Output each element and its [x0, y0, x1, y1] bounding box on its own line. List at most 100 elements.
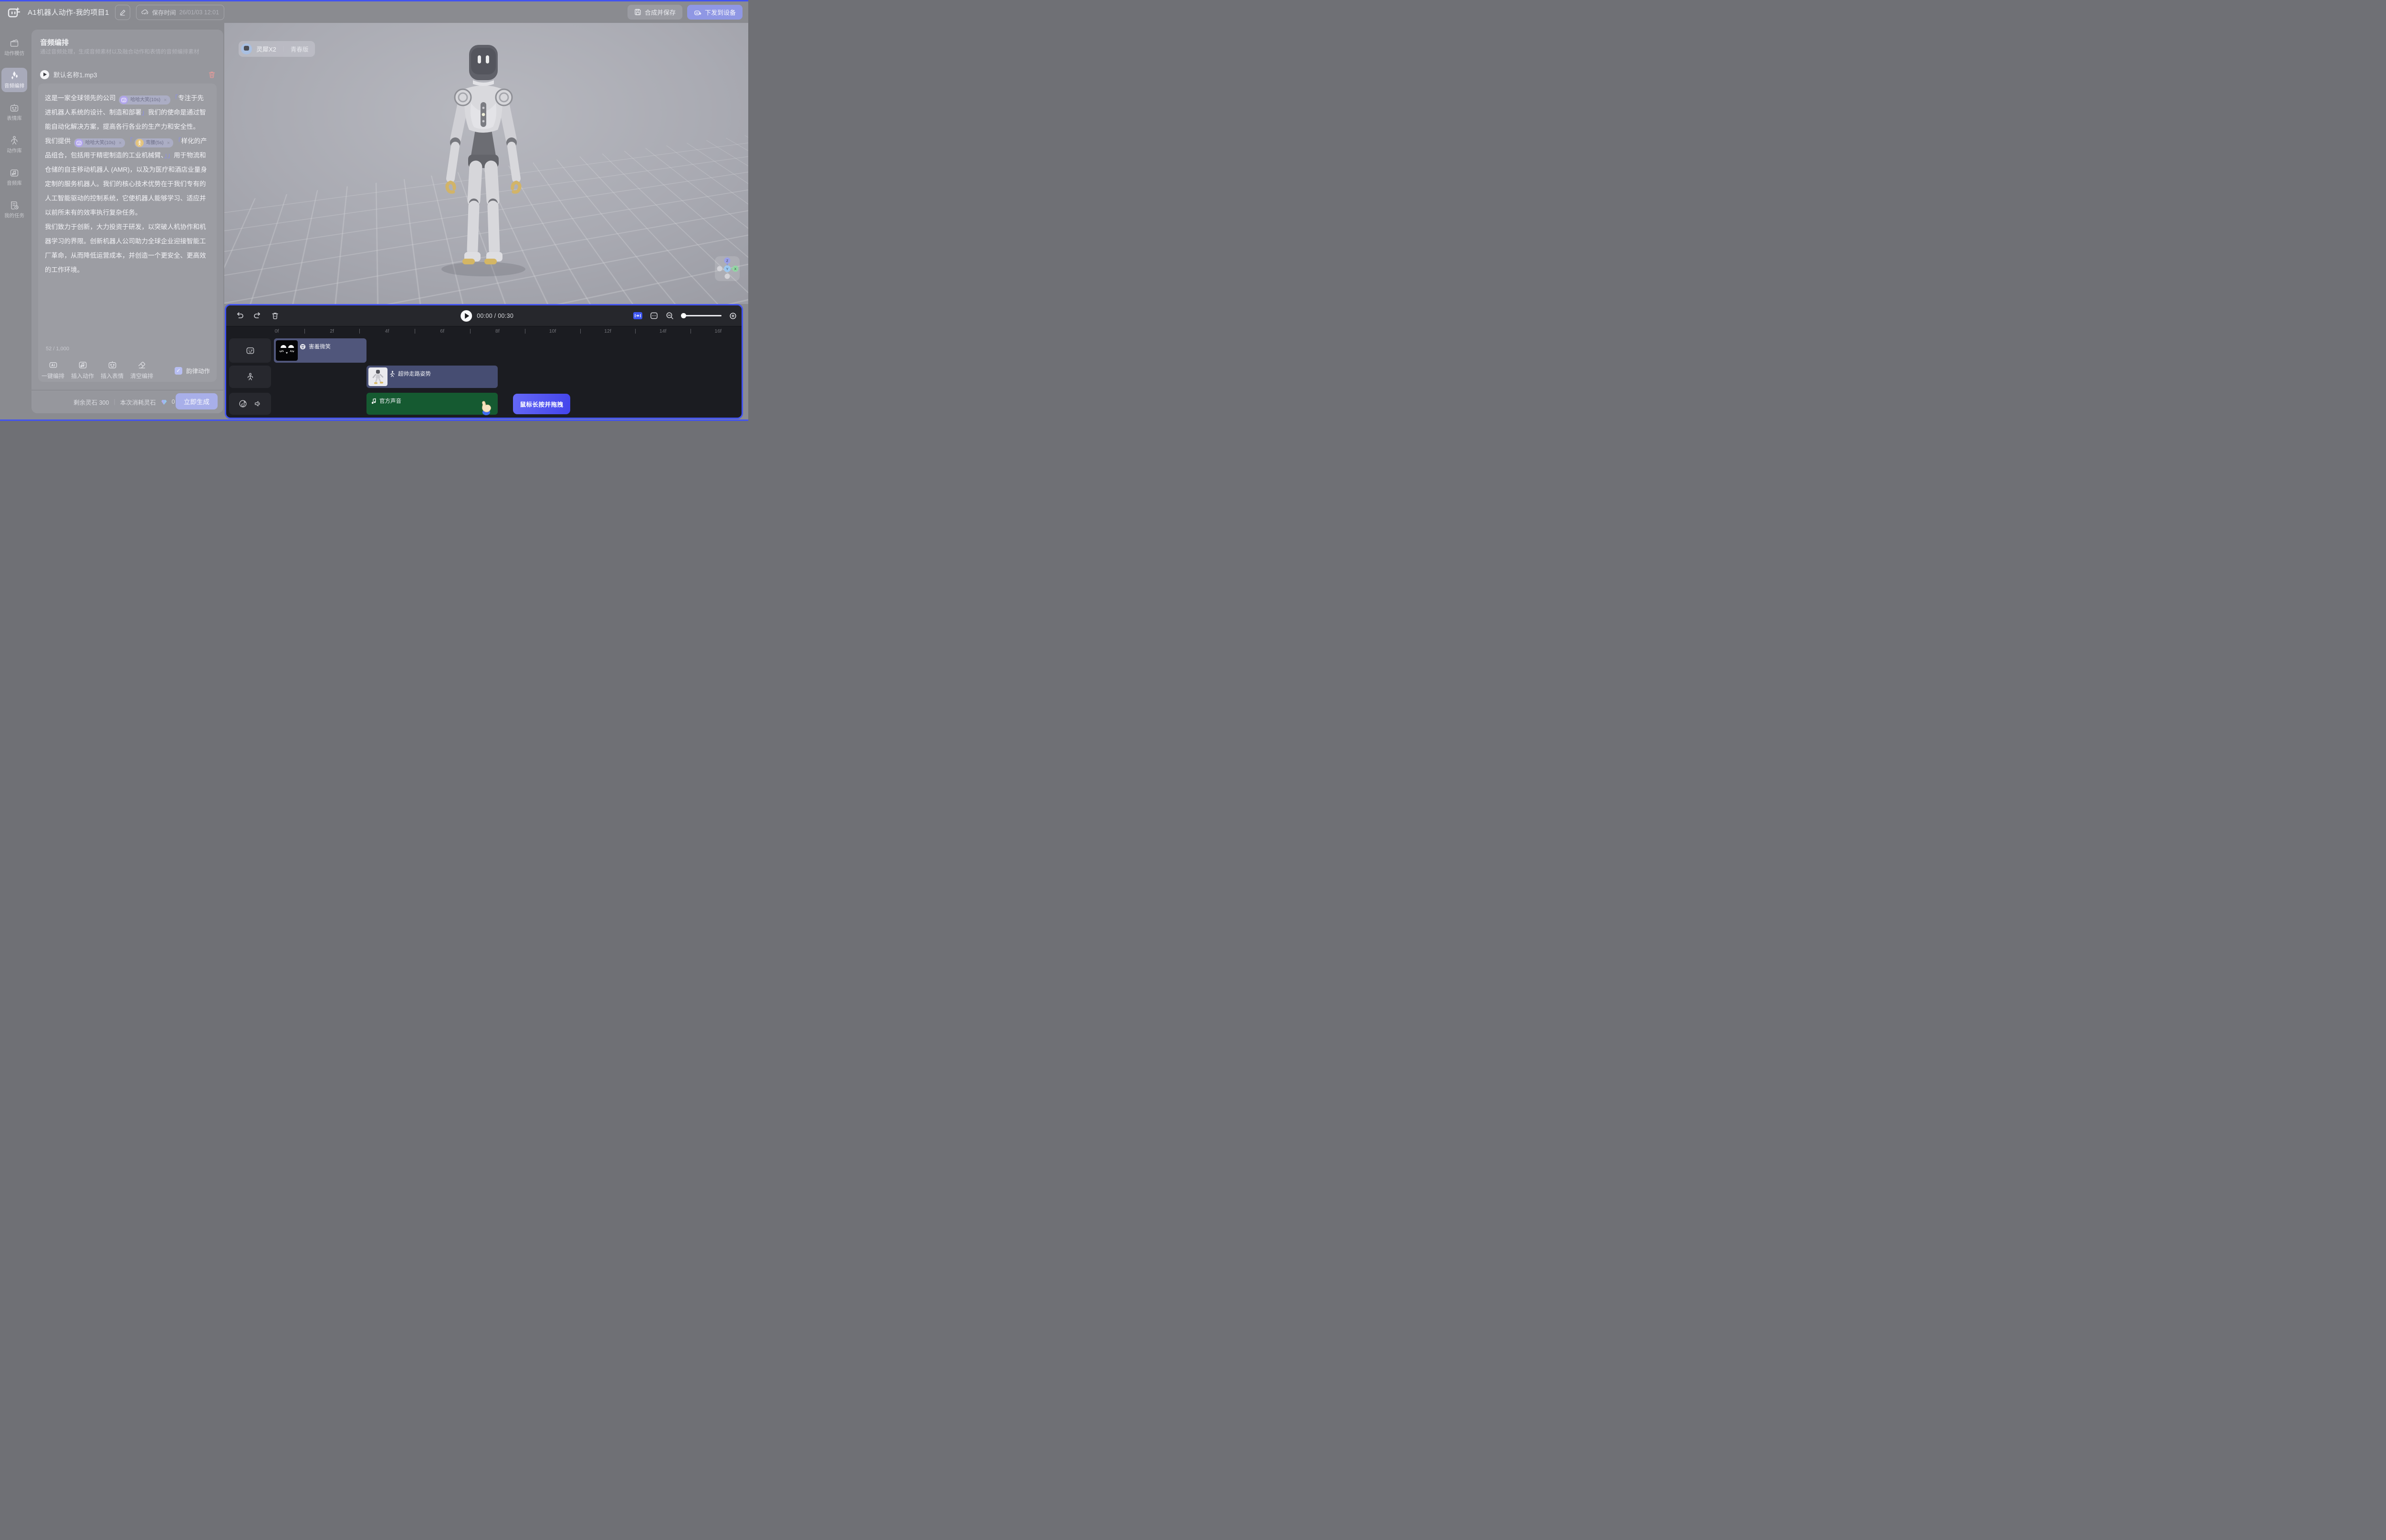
- ruler-tick: [470, 329, 471, 334]
- sidebar-item-label: 动作库: [7, 147, 22, 154]
- speaker-icon[interactable]: [254, 400, 262, 408]
- remaining-gems: 剩余灵石 300: [73, 398, 109, 407]
- ruler-label: 8f: [495, 328, 500, 334]
- ruler-label: 6f: [440, 328, 444, 334]
- footer-separator: |: [114, 398, 115, 405]
- metronome-icon: [239, 399, 247, 408]
- sidebar-item-5[interactable]: 我的任务: [1, 198, 27, 222]
- sidebar-item-0[interactable]: 动作模仿: [1, 35, 27, 60]
- model-edition: 青春版: [291, 44, 309, 53]
- app-logo-icon: [7, 5, 21, 20]
- editor-btn-0[interactable]: 一键编排: [38, 360, 68, 380]
- remove-tag-icon[interactable]: ×: [167, 139, 170, 147]
- script-editor[interactable]: 这是一家全球领先的公司 哈哈大笑(10s)×「专注于先进机器人系统的设计、制造和…: [38, 84, 217, 382]
- floppy-icon: [634, 9, 641, 16]
- ruler-label: 16f: [714, 328, 722, 334]
- sidebar-item-label: 动作模仿: [4, 50, 24, 57]
- zoom-in-icon[interactable]: [729, 312, 737, 320]
- ruler-label: 2f: [330, 328, 334, 334]
- expression-thumbnail: [276, 340, 298, 361]
- ruler-tick: [359, 329, 360, 334]
- model-badge: 灵犀X2 ｜ 青春版: [239, 41, 315, 57]
- timeline-zoom-slider[interactable]: [681, 315, 722, 316]
- action-tag[interactable]: 弯腰(5s)×: [135, 138, 174, 147]
- rhythm-checkbox[interactable]: ✓: [175, 367, 182, 375]
- slider-thumb[interactable]: [681, 313, 686, 318]
- ruler-tick: [304, 329, 305, 334]
- audio-play-button[interactable]: [40, 70, 49, 79]
- fit-timeline-icon[interactable]: [633, 312, 642, 319]
- app-window: A1机器人动作-我的项目1 保存时间 26/01/03 12:01 合成并保存 …: [0, 0, 748, 421]
- ruler-label: 0f: [275, 328, 279, 334]
- robot-face-icon: [246, 346, 255, 355]
- editor-btn-label: 插入表情: [101, 372, 124, 380]
- model-avatar: [241, 43, 252, 54]
- robot-download-icon: [694, 9, 701, 16]
- delete-audio-icon[interactable]: [208, 71, 216, 78]
- consume-label: 本次消耗灵石: [120, 398, 156, 407]
- action-clip[interactable]: 超帅走路姿势: [366, 366, 498, 388]
- action-thumbnail: [368, 367, 387, 386]
- tag-label: 哈哈大笑(10s): [85, 139, 115, 147]
- person-icon: [10, 136, 19, 145]
- timeline-play-button[interactable]: [460, 310, 472, 322]
- generate-button[interactable]: 立即生成: [176, 393, 218, 409]
- robot-face-icon: [10, 103, 19, 113]
- tag-label: 弯腰(5s): [146, 139, 164, 147]
- merge-save-button[interactable]: 合成并保存: [628, 5, 682, 20]
- clapperboard-icon: [10, 38, 19, 48]
- audio-track-header[interactable]: [229, 393, 271, 415]
- expression-tag-icon: [120, 96, 128, 104]
- editor-btn-label: 清空编排: [130, 372, 153, 380]
- expression-tag-icon: [75, 139, 83, 147]
- ruler-label: 10f: [549, 328, 556, 334]
- sidebar-item-2[interactable]: 表情库: [1, 100, 27, 125]
- quote-mark: 」: [167, 152, 174, 159]
- quote-mark: 「: [126, 137, 133, 145]
- viewport-3d[interactable]: 灵犀X2 ｜ 青春版 Z X Y: [224, 23, 748, 304]
- editor-btn-label: 插入动作: [71, 372, 94, 380]
- redo-icon[interactable]: [253, 312, 262, 320]
- axis-gizmo[interactable]: Z X Y: [715, 256, 740, 281]
- panel-subtitle: 通过音频处理，生成音频素材以及融合动作和表情的音频编排素材: [40, 49, 217, 56]
- action-track-header[interactable]: [229, 366, 271, 388]
- action-clip-label: 超帅走路姿势: [398, 370, 431, 377]
- expression-tag[interactable]: 哈哈大笑(10s) ×: [119, 95, 170, 105]
- remove-tag-icon[interactable]: ×: [164, 96, 167, 104]
- sidebar-item-label: 表情库: [7, 115, 22, 122]
- editor-btn-1[interactable]: 插入动作: [68, 360, 97, 380]
- smiley-icon: [300, 344, 306, 350]
- timeline-panel: 00:00 / 00:30 0f2f4f6f8f10f12f14f16f: [225, 304, 743, 419]
- sparkles-icon: [10, 71, 19, 80]
- merge-save-label: 合成并保存: [645, 8, 676, 17]
- expression-track-header[interactable]: [229, 338, 271, 363]
- sidebar-item-3[interactable]: 动作库: [1, 133, 27, 157]
- sidebar-item-1[interactable]: 音频编排: [1, 68, 27, 92]
- expression-clip[interactable]: 害羞微笑: [274, 338, 366, 363]
- walking-icon: [389, 371, 395, 377]
- editor-btn-label: 一键编排: [42, 372, 64, 380]
- deploy-button[interactable]: 下发到设备: [687, 5, 743, 20]
- expand-track-icon[interactable]: [650, 312, 658, 320]
- deploy-label: 下发到设备: [705, 8, 736, 17]
- editor-text: 这是一家全球领先的公司 哈哈大笑(10s)×「专注于先进机器人系统的设计、制造和…: [45, 91, 210, 277]
- delete-clip-icon[interactable]: [271, 312, 279, 320]
- rename-button[interactable]: [115, 5, 130, 20]
- remove-tag-icon[interactable]: ×: [119, 139, 122, 147]
- timeline-ruler[interactable]: 0f2f4f6f8f10f12f14f16f: [226, 326, 742, 336]
- quote-mark: 「: [172, 94, 178, 102]
- zoom-out-icon[interactable]: [666, 312, 674, 320]
- action-tag-icon: [136, 139, 144, 147]
- editor-btn-2[interactable]: 插入表情: [97, 360, 127, 380]
- rhythm-label: 韵律动作: [186, 366, 210, 375]
- undo-icon[interactable]: [236, 312, 244, 320]
- editor-btn-3[interactable]: 清空编排: [127, 360, 157, 380]
- sidebar-item-4[interactable]: 音频库: [1, 165, 27, 189]
- tag-label: 哈哈大笑(10s): [130, 96, 160, 104]
- audio-file-row: 默认名称1.mp3: [40, 69, 216, 80]
- ruler-label: 12f: [604, 328, 611, 334]
- ruler-tick: [580, 329, 581, 334]
- expression-tag[interactable]: 哈哈大笑(10s) ×: [74, 138, 125, 147]
- rhythm-option[interactable]: ✓ 韵律动作: [175, 366, 210, 375]
- save-label: 保存时间: [152, 8, 176, 17]
